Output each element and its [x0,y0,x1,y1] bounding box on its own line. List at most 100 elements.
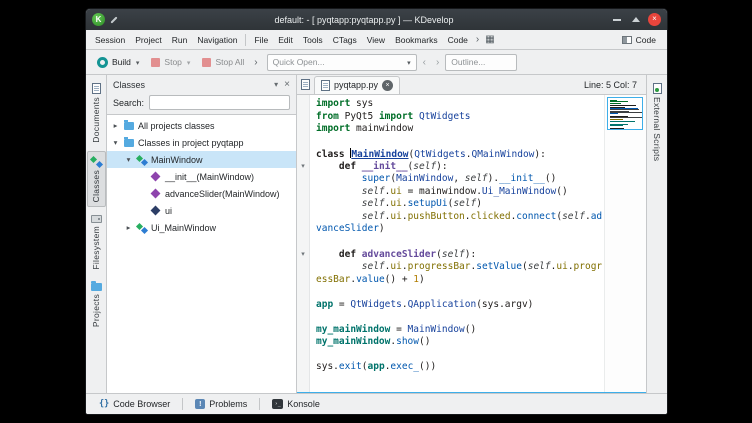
code-line[interactable] [316,136,604,149]
fold-marker[interactable]: ▾ [297,249,309,262]
quick-open-dropdown-icon[interactable] [406,57,411,67]
code-line[interactable] [316,311,604,324]
code-line[interactable]: def advanceSlider(self): [316,249,604,262]
stop-all-icon [202,58,211,67]
fold-slot [297,311,309,324]
editor-tab-pyqtapp[interactable]: pyqtapp.py [314,76,400,95]
expander-icon[interactable]: ▾ [111,138,120,147]
code-line[interactable] [316,349,604,362]
fold-slot [297,186,309,199]
text-editor[interactable]: ▾ ▾ import sysfrom PyQt5 import QtWidgets… [297,95,646,392]
code-line[interactable] [316,286,604,299]
documents-list-icon[interactable] [301,79,310,90]
code-line[interactable]: import sys [316,98,604,111]
menu-bookmarks[interactable]: Bookmarks [390,30,443,50]
code-line[interactable]: def __init__(self): [316,161,604,174]
toolview-button-konsole[interactable]: ›_Konsole [265,398,327,410]
code-line[interactable] [316,236,604,249]
code-line[interactable]: class MainWindow(QtWidgets.QMainWindow): [316,148,604,161]
maximize-button[interactable] [629,13,643,27]
minimap-view-indicator[interactable] [607,97,643,130]
expander-icon[interactable]: ▾ [124,155,133,164]
code-line[interactable]: my_mainWindow = MainWindow() [316,324,604,337]
stop-dropdown-icon[interactable] [186,57,191,67]
code-browser-icon: {} [99,399,109,409]
desktop-background: K default: - [ pyqtapp:pyqtapp.py ] — KD… [0,0,752,423]
toolview-button-code-browser[interactable]: {}Code Browser [92,398,177,410]
fold-slot [297,349,309,362]
panel-menu-icon[interactable] [274,80,278,89]
menu-file[interactable]: File [249,30,273,50]
tree-item-mainwindow[interactable]: ▾MainWindow [107,151,296,168]
minimap-line [610,125,623,126]
tree-item--init-mainwindow-[interactable]: __init__(MainWindow) [107,168,296,185]
field-icon [151,206,161,216]
area-switcher-button[interactable]: Code [615,31,663,49]
code-line[interactable]: sys.exit(app.exec_()) [316,361,604,374]
sidebar-tab-external-scripts[interactable]: External Scripts [648,78,667,166]
code-line[interactable]: self.ui.pushButton.clicked.connect(self.… [316,211,604,224]
minimap-scrollbar[interactable] [604,95,646,392]
stop-icon [151,58,160,67]
titlebar[interactable]: K default: - [ pyqtapp:pyqtapp.py ] — KD… [86,9,667,30]
sidebar-tab-projects[interactable]: Projects [87,278,106,332]
toolview-button-problems[interactable]: !Problems [188,398,254,410]
menu-code[interactable]: Code [443,30,473,50]
navigate-back-button[interactable]: ‹ [419,57,430,68]
code-line[interactable]: self.ui.setupUi(self) [316,198,604,211]
tab-close-icon[interactable] [382,80,393,91]
code-line[interactable]: self.ui = mainwindow.Ui_MainWindow() [316,186,604,199]
build-dropdown-icon[interactable] [135,57,140,67]
code-line[interactable]: app = QtWidgets.QApplication(sys.argv) [316,299,604,312]
area-switcher-label: Code [636,35,656,45]
panel-close-icon[interactable] [284,79,290,90]
tree-item-classes-in-project-pyqtapp[interactable]: ▾Classes in project pyqtapp [107,134,296,151]
menu-session[interactable]: Session [90,30,130,50]
method-icon [151,172,161,182]
code-line[interactable]: my_mainWindow.show() [316,336,604,349]
stop-button[interactable]: Stop [146,55,195,69]
menu-view[interactable]: View [362,30,390,50]
sidebar-tab-documents[interactable]: Documents [87,78,106,148]
code-line[interactable]: import mainwindow [316,123,604,136]
build-button[interactable]: Build [92,55,144,70]
menu-overflow-icon[interactable] [473,34,482,45]
class-icon [137,155,147,165]
code-line[interactable]: vanceSlider) [316,223,604,236]
code-area[interactable]: import sysfrom PyQt5 import QtWidgetsimp… [310,95,604,392]
search-input[interactable] [149,95,290,110]
tree-item-ui-mainwindow[interactable]: ▸Ui_MainWindow [107,219,296,236]
code-line[interactable]: from PyQt5 import QtWidgets [316,111,604,124]
menu-edit[interactable]: Edit [273,30,298,50]
menu-tools[interactable]: Tools [298,30,328,50]
tree-item-advanceslider-mainwindow-[interactable]: advanceSlider(MainWindow) [107,185,296,202]
menu-ctags[interactable]: CTags [328,30,362,50]
menu-items: SessionProjectRunNavigation FileEditTools… [90,30,473,50]
expander-icon[interactable]: ▸ [111,121,120,130]
grid-icon[interactable] [482,34,497,45]
code-line[interactable]: essBar.value() + 1) [316,274,604,287]
sidebar-tab-classes[interactable]: Classes [87,151,106,207]
fold-marker[interactable]: ▾ [297,161,309,174]
menu-project[interactable]: Project [130,30,166,50]
fold-slot [297,173,309,186]
stop-all-button[interactable]: Stop All [197,55,249,69]
folder-icon [124,139,134,147]
classes-panel-title: Classes [113,80,145,90]
menu-run[interactable]: Run [167,30,193,50]
tree-item-all-projects-classes[interactable]: ▸All projects classes [107,117,296,134]
sidebar-tab-filesystem[interactable]: Filesystem [87,210,106,275]
code-line[interactable]: super(MainWindow, self).__init__() [316,173,604,186]
editor-tab-label: pyqtapp.py [334,80,378,90]
tree-item-ui[interactable]: ui [107,202,296,219]
quick-open-input[interactable]: Quick Open... [267,54,417,71]
expander-icon[interactable]: ▸ [124,223,133,232]
toolview-button-label: Problems [209,399,247,409]
outline-input[interactable]: Outline... [445,54,517,71]
toolbar-overflow-icon[interactable] [251,57,260,68]
code-line[interactable]: self.ui.progressBar.setValue(self.ui.pro… [316,261,604,274]
close-button[interactable] [648,13,661,26]
navigate-forward-button[interactable]: › [432,57,443,68]
minimize-button[interactable] [610,13,624,27]
menu-navigation[interactable]: Navigation [192,30,242,50]
